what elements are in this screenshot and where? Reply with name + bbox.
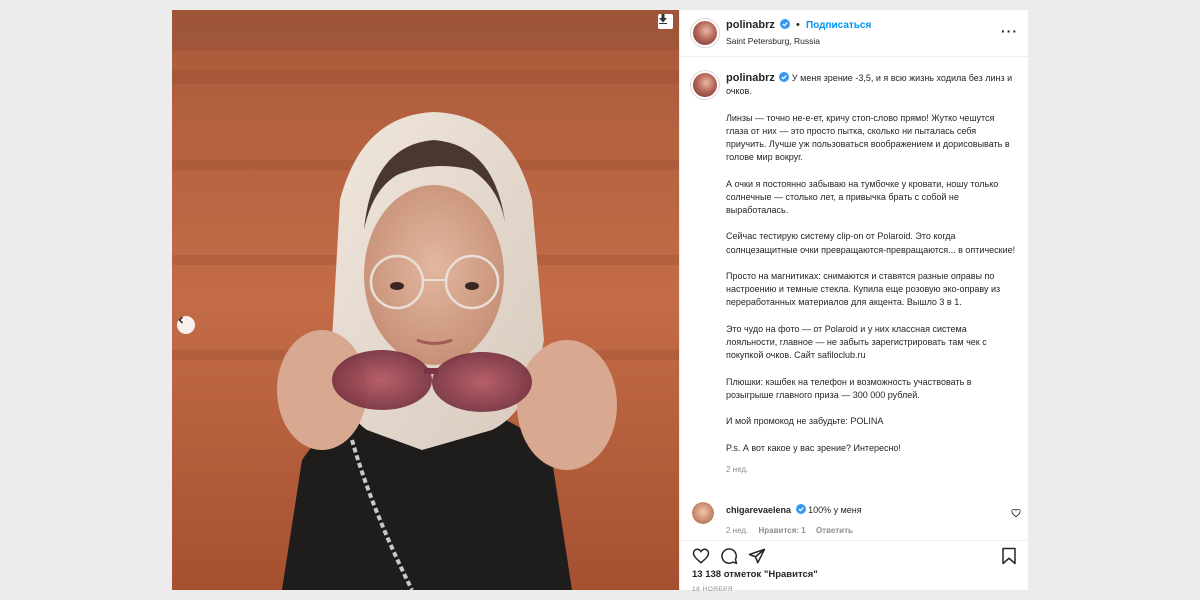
- comment-likes-count[interactable]: Нравится: 1: [759, 526, 806, 535]
- instagram-post: polinabrz • Подписаться Saint Petersburg…: [172, 10, 1029, 593]
- post-sidebar: polinabrz • Подписаться Saint Petersburg…: [679, 10, 1029, 593]
- share-icon[interactable]: [748, 547, 766, 565]
- post-caption: polinabrz У меня зрение -3,5, и я всю жи…: [726, 72, 1016, 476]
- separator-dot: •: [796, 19, 800, 31]
- verified-badge-icon: [779, 19, 790, 29]
- follow-button[interactable]: Подписаться: [806, 20, 871, 31]
- commenter-username[interactable]: chigarevaelena: [726, 505, 791, 515]
- comment-like-heart-icon[interactable]: [1011, 508, 1021, 518]
- comment-item: chigarevaelena 100% у меня: [726, 504, 862, 515]
- post-photo[interactable]: [172, 10, 679, 590]
- post-action-bar: [680, 540, 1029, 570]
- caption-author-avatar[interactable]: [690, 70, 720, 100]
- verified-badge-icon: [779, 72, 790, 82]
- post-date[interactable]: 18 НОЯБРЯ: [692, 586, 733, 593]
- post-header: polinabrz • Подписаться Saint Petersburg…: [680, 10, 1028, 57]
- caption-paragraph: P.s. А вот какое у вас зрение? Интересно…: [726, 442, 901, 453]
- caption-timestamp[interactable]: 2 нед.: [726, 463, 1016, 476]
- comment-meta: 2 нед. Нравится: 1 Ответить: [726, 526, 861, 535]
- caption-paragraph: И мой промокод не забудьте: POLINA: [726, 416, 884, 427]
- caption-paragraph: Линзы — точно не-е-ет, кричу стоп-слово …: [726, 112, 1010, 163]
- comment-icon[interactable]: [720, 547, 738, 565]
- caption-paragraph: polinabrz У меня зрение -3,5, и я всю жи…: [726, 72, 1016, 98]
- likes-count[interactable]: 13 138 отметок "Нравится": [692, 569, 818, 580]
- photo-image: [172, 10, 679, 590]
- caption-paragraph: А очки я постоянно забываю на тумбочке у…: [726, 178, 999, 215]
- post-location[interactable]: Saint Petersburg, Russia: [726, 36, 820, 46]
- author-username[interactable]: polinabrz: [726, 19, 775, 31]
- author-avatar[interactable]: [690, 18, 720, 48]
- comment-timestamp[interactable]: 2 нед.: [726, 526, 748, 535]
- caption-paragraph: Просто на магнитиках: снимаются и ставят…: [726, 270, 1001, 308]
- heart-icon[interactable]: [692, 547, 710, 565]
- more-options-icon[interactable]: ···: [1001, 24, 1018, 38]
- caption-paragraph: Плюшки: кэшбек на телефон и возможность …: [726, 376, 972, 400]
- chevron-left-icon[interactable]: [177, 316, 195, 334]
- comment-text: 100% у меня: [808, 505, 862, 515]
- reply-button[interactable]: Ответить: [816, 526, 853, 535]
- header-title-line: polinabrz • Подписаться: [726, 19, 871, 31]
- download-icon[interactable]: [658, 14, 673, 29]
- caption-author-username[interactable]: polinabrz: [726, 72, 775, 84]
- caption-paragraph: Сейчас тестирую систему clip-on от Polar…: [726, 231, 1016, 255]
- comments-area[interactable]: polinabrz У меня зрение -3,5, и я всю жи…: [680, 58, 1029, 540]
- verified-badge-icon: [795, 504, 806, 514]
- bookmark-icon[interactable]: [1001, 547, 1017, 565]
- caption-paragraph: Это чудо на фото — от Polaroid и у них к…: [726, 323, 987, 361]
- commenter-avatar[interactable]: [692, 502, 714, 524]
